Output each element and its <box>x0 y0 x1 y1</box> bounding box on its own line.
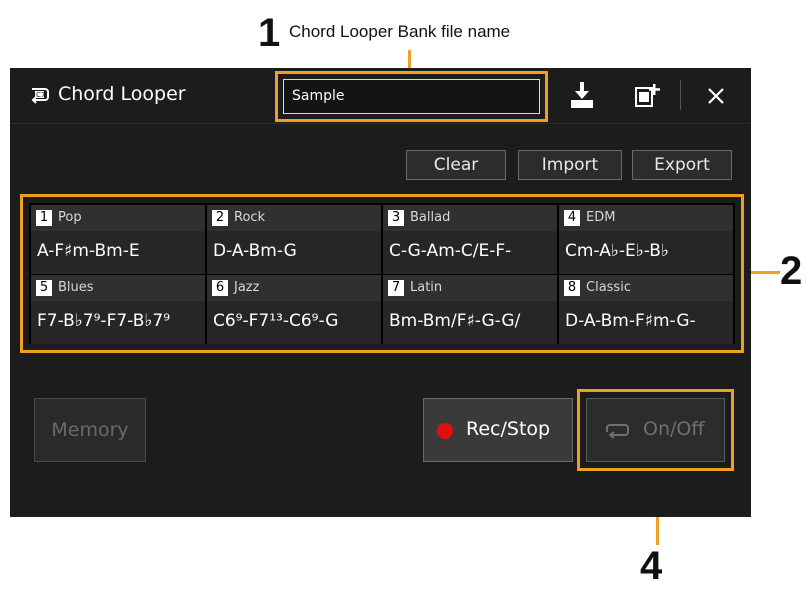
slot-chords: C-G-Am-C/E-F- <box>389 241 512 261</box>
bank-name-highlight: Sample <box>275 71 548 122</box>
record-icon <box>437 423 453 439</box>
slot-chords: C6⁹-F7¹³-C6⁹-G <box>213 311 339 331</box>
slot-name: Rock <box>234 210 266 225</box>
chord-slot-8[interactable]: 8 Classic D-A-Bm-F♯m-G- <box>559 275 733 344</box>
slot-name: Blues <box>58 280 94 295</box>
slot-name: Pop <box>58 210 82 225</box>
close-icon <box>708 88 724 104</box>
callout-number-1: 1 <box>258 11 281 55</box>
callout-number-4: 4 <box>640 544 663 588</box>
chord-slot-2[interactable]: 2 Rock D-A-Bm-G <box>207 205 381 274</box>
slot-name: EDM <box>586 210 616 225</box>
export-button[interactable]: Export <box>632 150 732 180</box>
clear-button[interactable]: Clear <box>406 150 506 180</box>
slot-name: Jazz <box>234 280 260 295</box>
slot-name: Ballad <box>410 210 451 225</box>
chord-slot-5[interactable]: 5 Blues F7-B♭7⁹-F7-B♭7⁹ <box>31 275 205 344</box>
chord-slot-7[interactable]: 7 Latin Bm-Bm/F♯-G-G/ <box>383 275 557 344</box>
chord-looper-icon: C7 <box>31 88 49 104</box>
slot-number: 7 <box>388 280 404 296</box>
save-icon <box>571 82 593 108</box>
on-off-highlight: On/Off <box>577 389 734 471</box>
bank-name-field[interactable]: Sample <box>283 79 540 114</box>
slot-number: 6 <box>212 280 228 296</box>
on-off-button[interactable]: On/Off <box>586 398 725 462</box>
rec-stop-button[interactable]: Rec/Stop <box>423 398 573 462</box>
new-bank-icon <box>635 84 660 107</box>
slot-chords: A-F♯m-Bm-E <box>37 241 140 261</box>
on-off-label: On/Off <box>643 418 705 440</box>
import-button[interactable]: Import <box>518 150 622 180</box>
chord-looper-window: C7 Chord Looper Sample Clear Import Expo… <box>10 68 751 517</box>
chord-slot-4[interactable]: 4 EDM Cm-A♭-E♭-B♭ <box>559 205 733 274</box>
slot-number: 3 <box>388 210 404 226</box>
chord-slot-6[interactable]: 6 Jazz C6⁹-F7¹³-C6⁹-G <box>207 275 381 344</box>
chord-slot-1[interactable]: 1 Pop A-F♯m-Bm-E <box>31 205 205 274</box>
chord-slot-grid: 1 Pop A-F♯m-Bm-E 2 Rock D-A-Bm-G 3 Balla… <box>29 203 735 344</box>
title-bar: C7 Chord Looper Sample <box>10 68 751 124</box>
memory-button[interactable]: Memory <box>34 398 146 462</box>
callout-caption-bank-name: Chord Looper Bank file name <box>289 22 511 41</box>
slot-chords: Cm-A♭-E♭-B♭ <box>565 241 669 261</box>
bank-name-text: Sample <box>292 88 345 104</box>
slot-number: 2 <box>212 210 228 226</box>
slot-name: Classic <box>586 280 631 295</box>
slot-name: Latin <box>410 280 443 295</box>
callout-number-2: 2 <box>780 249 803 293</box>
loop-icon <box>606 424 629 439</box>
slot-number: 4 <box>564 210 580 226</box>
close-button[interactable] <box>696 78 736 114</box>
slot-number: 1 <box>36 210 52 226</box>
new-bank-button[interactable] <box>626 78 666 114</box>
save-button[interactable] <box>562 78 602 114</box>
chord-slot-3[interactable]: 3 Ballad C-G-Am-C/E-F- <box>383 205 557 274</box>
window-title: Chord Looper <box>58 83 186 105</box>
slot-chords: Bm-Bm/F♯-G-G/ <box>389 311 521 331</box>
slot-chords: D-A-Bm-F♯m-G- <box>565 311 696 331</box>
slot-chords: D-A-Bm-G <box>213 241 297 261</box>
chord-slot-highlight: 1 Pop A-F♯m-Bm-E 2 Rock D-A-Bm-G 3 Balla… <box>20 194 744 353</box>
slot-number: 5 <box>36 280 52 296</box>
slot-chords: F7-B♭7⁹-F7-B♭7⁹ <box>37 311 171 331</box>
toolbar-divider <box>680 80 681 110</box>
slot-number: 8 <box>564 280 580 296</box>
rec-stop-label: Rec/Stop <box>466 418 551 440</box>
svg-text:C7: C7 <box>36 91 45 99</box>
